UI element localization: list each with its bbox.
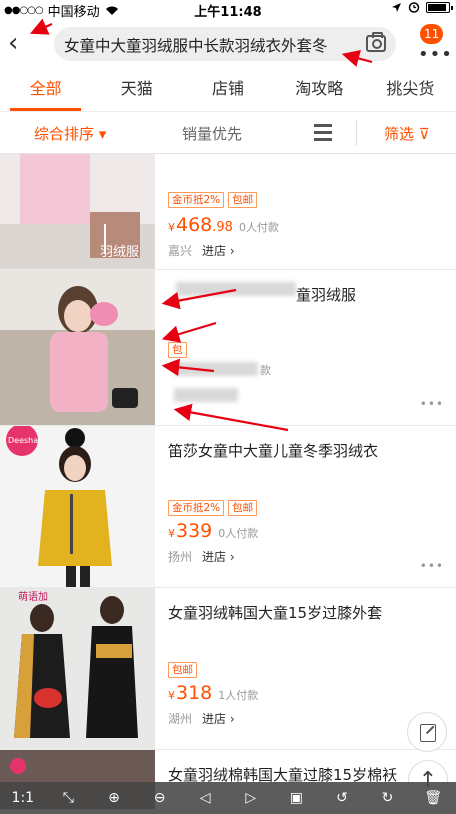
- redacted-block: [174, 388, 238, 402]
- slideshow-icon[interactable]: ▣: [281, 790, 311, 806]
- price: ¥ 468 .98 0人付款: [168, 214, 279, 236]
- camera-icon[interactable]: [366, 32, 386, 52]
- zoom-in-icon[interactable]: ⊕: [99, 790, 129, 806]
- price: ¥ 318 1人付款: [168, 682, 259, 704]
- price: ¥ 339 0人付款: [168, 520, 259, 542]
- tab-tmall[interactable]: 天猫: [91, 70, 182, 111]
- product-title[interactable]: 笛莎女童中大童儿童冬季羽绒衣: [168, 440, 446, 461]
- more-button[interactable]: 11 •••: [416, 24, 452, 64]
- message-badge: 11: [420, 24, 444, 44]
- tab-guides[interactable]: 淘攻略: [274, 70, 365, 111]
- product-image[interactable]: Deesha: [0, 426, 155, 587]
- location-icon: [392, 2, 401, 12]
- coin-tag: 金币抵2%: [168, 500, 225, 516]
- divider: [356, 120, 357, 146]
- sold-count: 款: [260, 364, 271, 377]
- chevron-left-icon[interactable]: ‹: [8, 30, 36, 58]
- location: 湖州: [168, 712, 193, 726]
- filter-button[interactable]: 筛选 ⊽: [384, 123, 430, 144]
- redacted-block: [176, 282, 296, 296]
- search-query[interactable]: 女童中大童羽绒服中长款羽绒衣外套冬: [64, 34, 354, 56]
- free-shipping-tag: 包: [168, 342, 187, 358]
- next-icon[interactable]: ▷: [236, 790, 266, 806]
- price-value: 318: [176, 682, 213, 704]
- coin-tag: 金币抵2%: [168, 192, 225, 208]
- free-shipping-tag: 包邮: [228, 500, 258, 516]
- zoom-out-icon[interactable]: ⊖: [145, 790, 175, 806]
- more-options-icon[interactable]: •••: [420, 397, 444, 411]
- product-item[interactable]: 羽绒服 金币抵2% 包邮 ¥ 468 .98 0人付款 嘉兴 进店 ›: [0, 154, 456, 270]
- rotate-left-icon[interactable]: ↺: [327, 790, 357, 806]
- location: 嘉兴: [168, 244, 193, 258]
- enter-shop-link[interactable]: 进店 ›: [202, 242, 235, 259]
- actual-size-button[interactable]: 1:1: [8, 790, 38, 806]
- tab-all[interactable]: 全部: [0, 70, 91, 111]
- category-tabs: 全部 天猫 店铺 淘攻略 挑尖货: [0, 70, 456, 112]
- product-thumb-label: 羽绒服: [100, 245, 139, 260]
- location: 扬州: [168, 550, 193, 564]
- sold-count: 1人付款: [218, 689, 259, 702]
- status-bar: ●●○○○ 中国移动 上午11:48: [0, 0, 456, 20]
- tab-premium[interactable]: 挑尖货: [365, 70, 456, 111]
- delete-icon[interactable]: 🗑: [418, 790, 448, 806]
- rotate-right-icon[interactable]: ↻: [373, 790, 403, 806]
- price-value: 468: [176, 214, 213, 236]
- search-input[interactable]: 女童中大童羽绒服中长款羽绒衣外套冬: [54, 27, 396, 61]
- product-list: 羽绒服 金币抵2% 包邮 ¥ 468 .98 0人付款 嘉兴 进店 › 童羽绒服…: [0, 154, 456, 810]
- search-header: ‹ 女童中大童羽绒服中长款羽绒衣外套冬 11 •••: [0, 18, 456, 70]
- list-view-icon[interactable]: [314, 124, 332, 141]
- sort-bar: 综合排序 ▾ 销量优先 筛选 ⊽: [0, 112, 456, 154]
- redacted-block: [174, 362, 258, 376]
- product-image[interactable]: 羽绒服: [0, 154, 155, 269]
- enter-shop-link[interactable]: 进店 ›: [202, 710, 235, 727]
- product-title[interactable]: 童羽绒服: [296, 284, 456, 305]
- sort-sales[interactable]: 销量优先: [182, 123, 242, 144]
- product-item[interactable]: Deesha 笛莎女童中大童儿童冬季羽绒衣 金币抵2% 包邮 ¥ 339 0人付…: [0, 426, 456, 588]
- viewer-toolbar: 1:1 ⤡ ⊕ ⊖ ◁ ▷ ▣ ↺ ↻ 🗑: [0, 782, 456, 814]
- product-image[interactable]: 萌语加: [0, 588, 155, 749]
- brand-logo-text: Deesha: [8, 436, 38, 445]
- sold-count: 0人付款: [238, 221, 279, 234]
- fit-screen-icon[interactable]: ⤡: [53, 790, 83, 806]
- free-shipping-tag: 包邮: [228, 192, 258, 208]
- more-options-icon[interactable]: •••: [420, 559, 444, 573]
- previous-icon[interactable]: ◁: [190, 790, 220, 806]
- alarm-icon: [408, 2, 420, 13]
- battery-icon: [426, 1, 453, 13]
- sort-comprehensive[interactable]: 综合排序 ▾: [34, 123, 106, 144]
- product-tags: 金币抵2% 包邮: [168, 192, 258, 208]
- enter-shop-link[interactable]: 进店 ›: [202, 548, 235, 565]
- product-item[interactable]: 萌语加 女童羽绒韩国大童15岁过膝外套 包邮 ¥ 318 1人付款 湖州 进店 …: [0, 588, 456, 750]
- tab-shops[interactable]: 店铺: [182, 70, 273, 111]
- feedback-edit-icon[interactable]: [407, 712, 447, 752]
- sold-count: 0人付款: [218, 527, 259, 540]
- product-title[interactable]: 女童羽绒韩国大童15岁过膝外套: [168, 602, 446, 623]
- battery-fill: [428, 3, 446, 11]
- product-image[interactable]: [0, 270, 155, 425]
- ellipsis-icon[interactable]: •••: [418, 46, 453, 64]
- price-value: 339: [176, 520, 213, 542]
- free-shipping-tag: 包邮: [168, 662, 197, 678]
- product-item[interactable]: 童羽绒服 包 款 •••: [0, 270, 456, 426]
- brand-logo-text: 萌语加: [18, 590, 48, 603]
